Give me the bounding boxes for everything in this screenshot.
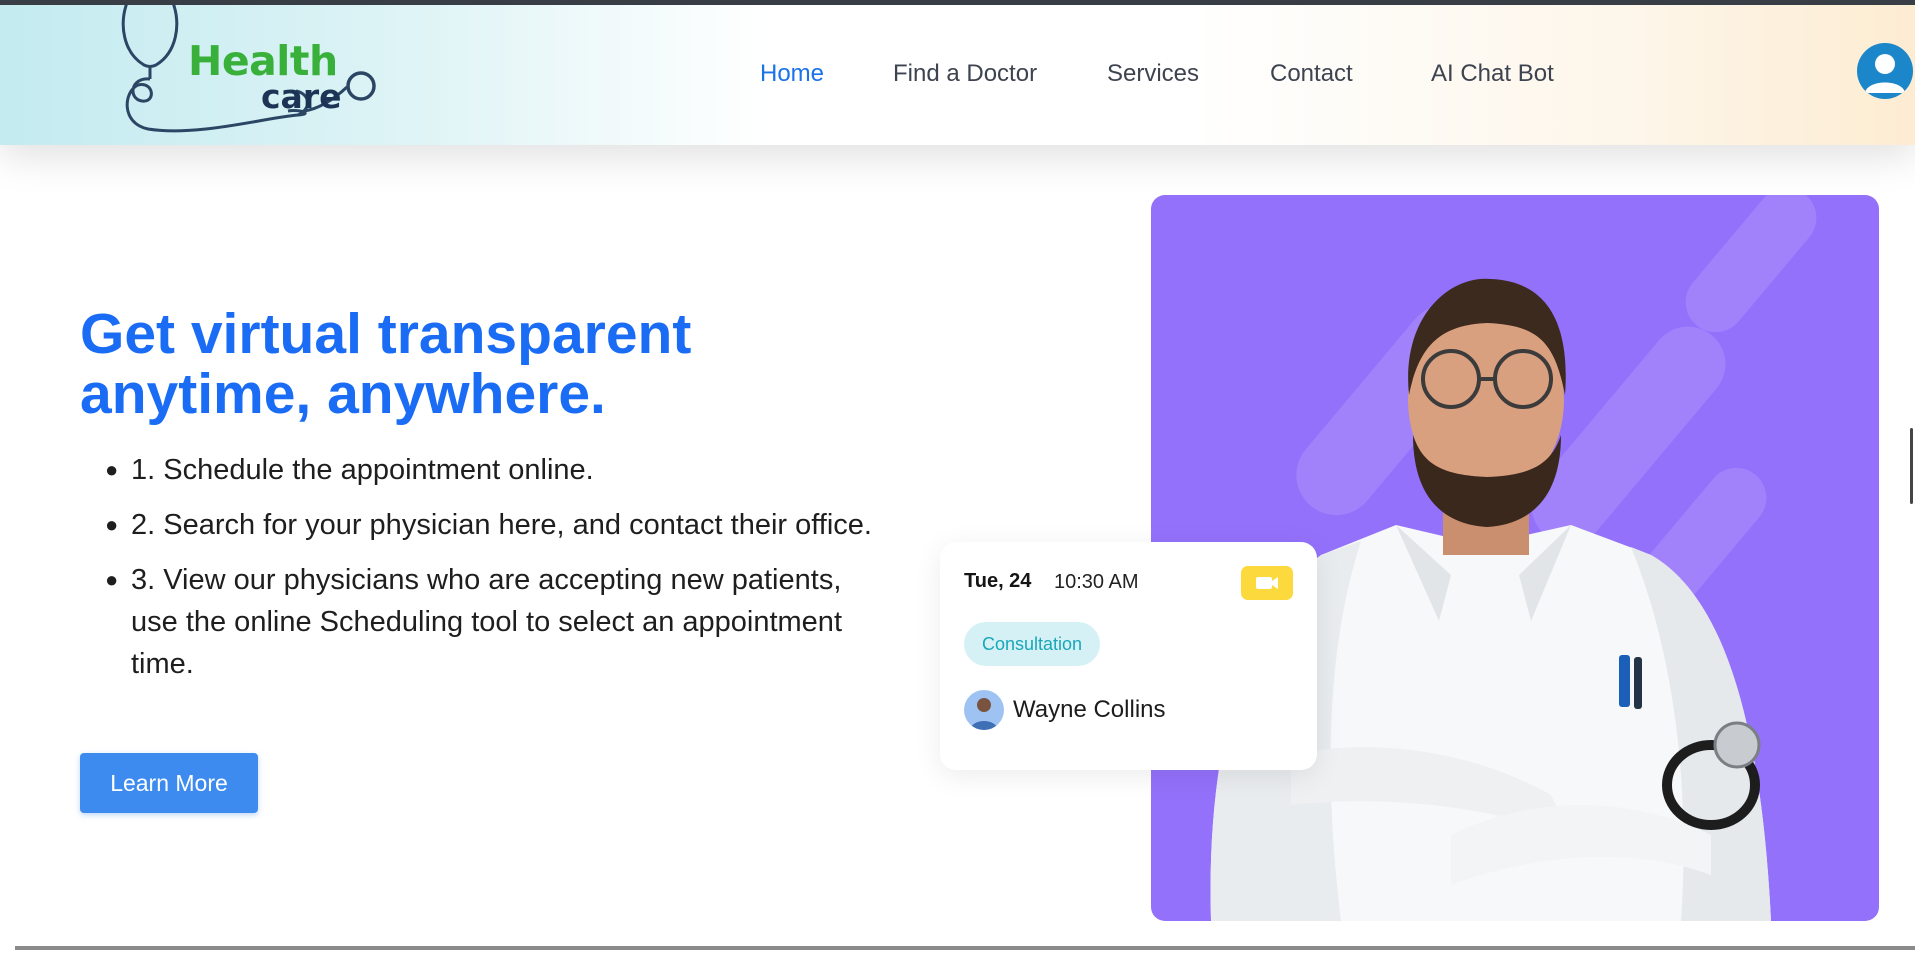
nav-home[interactable]: Home [760, 60, 824, 88]
bullet-icon: ● [105, 512, 119, 537]
step-text: 3. View our physicians who are accepting… [131, 564, 842, 680]
step-item: ● 1. Schedule the appointment online. [105, 449, 880, 491]
nav-find-a-doctor[interactable]: Find a Doctor [893, 60, 1037, 88]
step-item: ● 2. Search for your physician here, and … [105, 504, 880, 546]
step-text: 2. Search for your physician here, and c… [131, 509, 872, 541]
bullet-icon: ● [105, 567, 119, 592]
logo-word-health: Health [188, 37, 338, 85]
bullet-icon: ● [105, 457, 119, 482]
step-item: ● 3. View our physicians who are acceptin… [105, 559, 880, 685]
user-profile-button[interactable] [1857, 43, 1913, 99]
logo-word-care: care [261, 77, 342, 116]
scrollbar-thumb[interactable] [1910, 428, 1913, 504]
doctor-avatar [964, 690, 1004, 730]
hero-title-line-2: anytime, anywhere. [80, 362, 606, 426]
hero-title-line-1: Get virtual transparent [80, 302, 692, 366]
appointment-day: Tue, 24 [964, 570, 1032, 592]
hero-title: Get virtual transparent anytime, anywher… [80, 304, 840, 424]
consultation-badge: Consultation [964, 622, 1101, 666]
site-logo[interactable]: Health care [118, 5, 388, 137]
site-header: Health care Home Find a Doctor Services … [0, 5, 1915, 145]
nav-contact[interactable]: Contact [1270, 60, 1353, 88]
user-icon [1865, 54, 1905, 93]
appointment-card[interactable]: Tue, 24 10:30 AM Consultation Wayne Coll… [940, 542, 1317, 770]
nav-services[interactable]: Services [1107, 60, 1199, 88]
step-text: 1. Schedule the appointment online. [131, 454, 594, 486]
steps-list: ● 1. Schedule the appointment online. ● 2.… [80, 449, 880, 698]
video-call-button[interactable] [1241, 566, 1293, 600]
nav-ai-chat-bot[interactable]: AI Chat Bot [1431, 60, 1554, 88]
doctor-name: Wayne Collins [1013, 696, 1166, 723]
appointment-time: 10:30 AM [1054, 571, 1139, 593]
doctor-avatar-icon [970, 698, 998, 730]
video-camera-icon [1256, 577, 1278, 589]
page-bottom-divider [15, 946, 1915, 950]
learn-more-button[interactable]: Learn More [80, 753, 258, 813]
